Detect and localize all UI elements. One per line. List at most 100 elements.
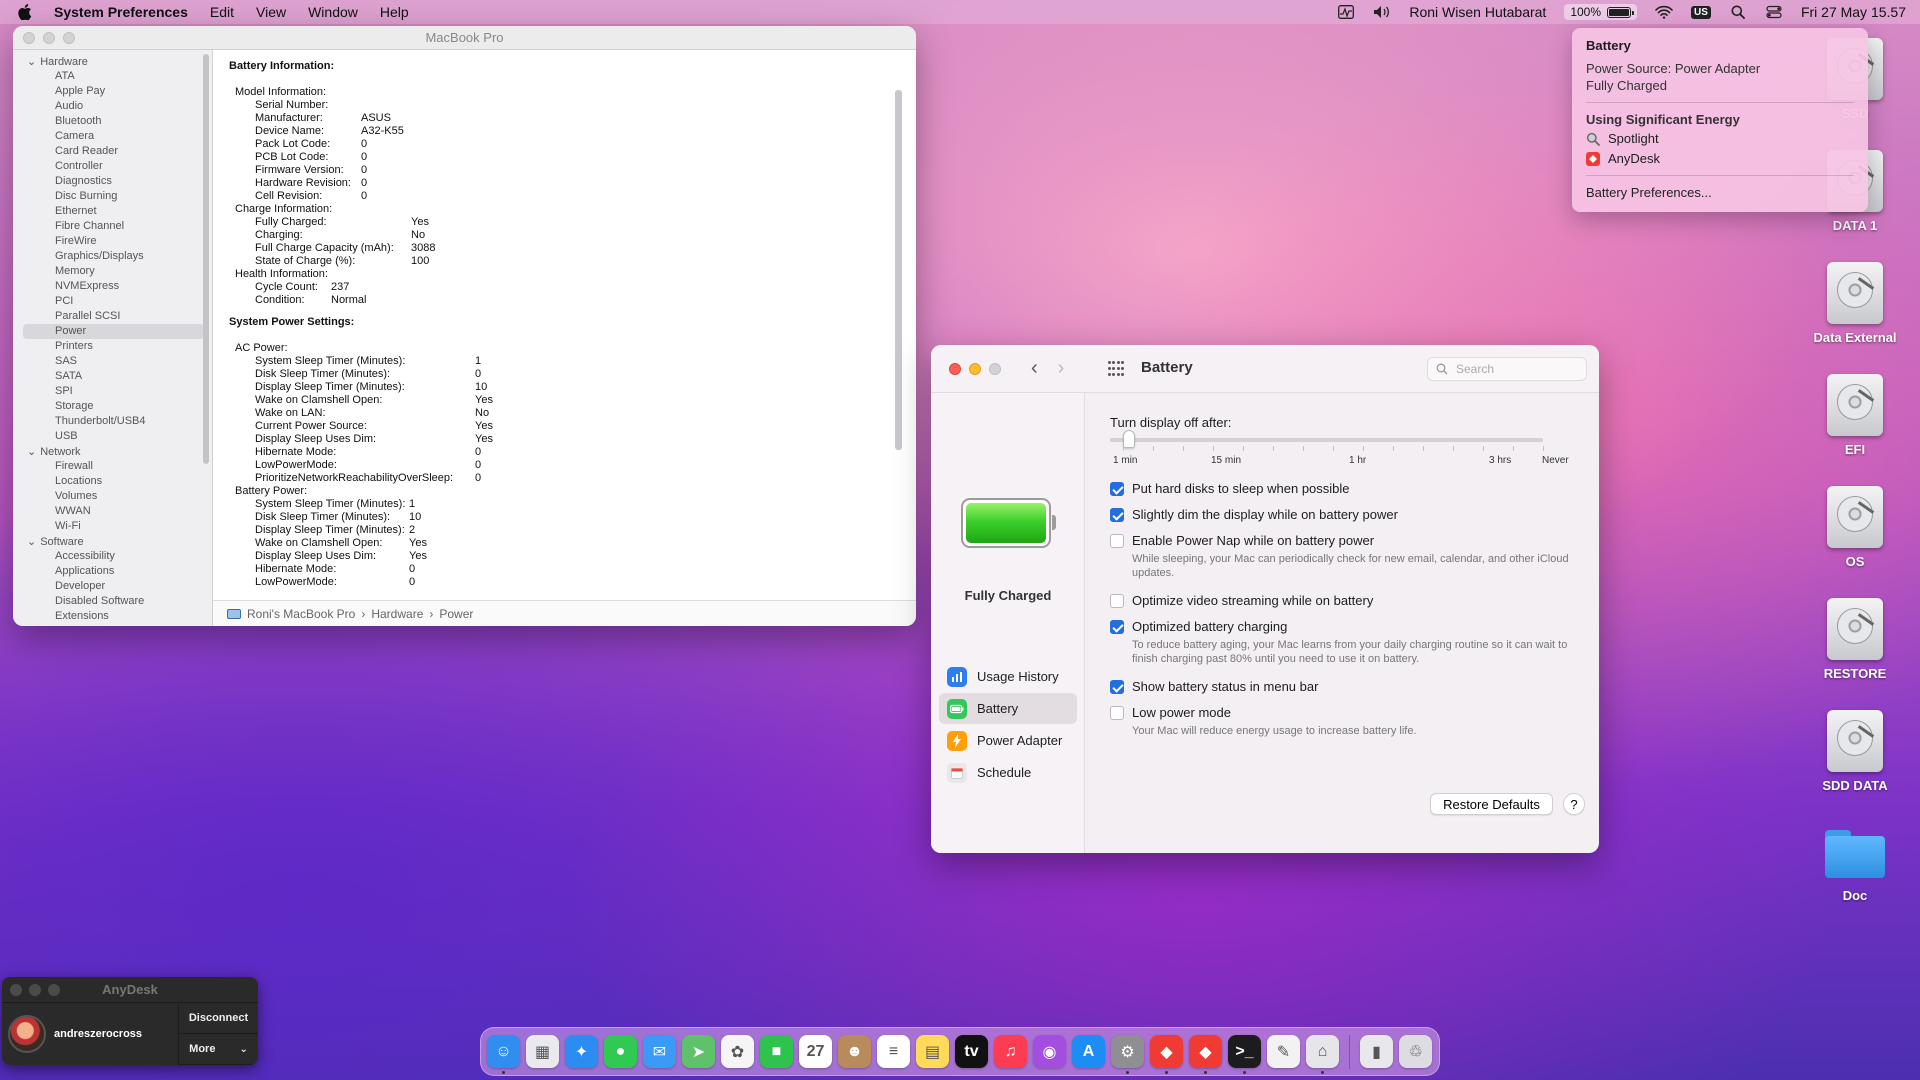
checkbox-unchecked[interactable] — [1110, 706, 1124, 720]
sidebar-item[interactable]: FireWire — [13, 234, 212, 249]
dock-app-store-icon[interactable]: A — [1072, 1035, 1105, 1068]
sidebar-item[interactable]: Ethernet — [13, 204, 212, 219]
sidebar-category-hardware[interactable]: ⌄ Hardware — [13, 54, 212, 69]
sidebar-item[interactable]: USB — [13, 429, 212, 444]
option-slightly-dim-the-display-while-on-battery-power[interactable]: Slightly dim the display while on batter… — [1110, 507, 1398, 522]
sidebar-item[interactable]: Card Reader — [13, 144, 212, 159]
sidebar-item[interactable]: Controller — [13, 159, 212, 174]
minimize-button[interactable] — [969, 363, 981, 375]
menu-view[interactable]: View — [256, 4, 286, 20]
desktop-icon-restore[interactable]: RESTORE — [1800, 598, 1910, 681]
sidebar-category-software[interactable]: ⌄ Software — [13, 534, 212, 549]
forward-chevron-icon[interactable]: › — [1058, 357, 1065, 380]
sidebar-item[interactable]: Extensions — [13, 609, 212, 624]
sidebar-item[interactable]: Applications — [13, 564, 212, 579]
option-optimize-video-streaming-while-on-battery[interactable]: Optimize video streaming while on batter… — [1110, 593, 1373, 608]
sidebar-item[interactable]: SPI — [13, 384, 212, 399]
nav-item-battery[interactable]: Battery — [939, 693, 1077, 724]
close-button[interactable] — [10, 984, 22, 996]
dock-textedit-icon[interactable]: ✎ — [1267, 1035, 1300, 1068]
dock-anydesk-icon[interactable]: ◆ — [1150, 1035, 1183, 1074]
sidebar-item[interactable]: Diagnostics — [13, 174, 212, 189]
show-all-grid-icon[interactable] — [1108, 361, 1124, 377]
sidebar-item[interactable]: Locations — [13, 474, 212, 489]
sidebar-item[interactable]: SATA — [13, 369, 212, 384]
sidebar-item[interactable]: NVMExpress — [13, 279, 212, 294]
dock-reminders-icon[interactable]: ≡ — [877, 1035, 910, 1068]
checkbox-unchecked[interactable] — [1110, 594, 1124, 608]
zoom-button[interactable] — [48, 984, 60, 996]
dock-system-preferences-icon[interactable]: ⚙ — [1111, 1035, 1144, 1074]
path-segment[interactable]: Hardware — [371, 607, 423, 621]
menu-clock[interactable]: Fri 27 May 15.57 — [1801, 4, 1906, 20]
dock-finder-icon[interactable]: ☺ — [487, 1035, 520, 1074]
minimize-button[interactable] — [29, 984, 41, 996]
menu-window[interactable]: Window — [308, 4, 358, 20]
path-segment[interactable]: Roni's MacBook Pro — [247, 607, 355, 621]
option-put-hard-disks-to-sleep-when-possible[interactable]: Put hard disks to sleep when possible — [1110, 481, 1350, 496]
dock-trash-icon[interactable]: ♲ — [1399, 1035, 1432, 1068]
anydesk-titlebar[interactable]: AnyDesk — [2, 977, 258, 1003]
dock-facetime-icon[interactable]: ■ — [760, 1035, 793, 1068]
desktop-icon-doc[interactable]: Doc — [1800, 822, 1910, 903]
dock-system-information-icon[interactable]: ⌂ — [1306, 1035, 1339, 1074]
sidebar-item[interactable]: Camera — [13, 129, 212, 144]
dock-calendar-icon[interactable]: 27 — [799, 1035, 832, 1068]
volume-icon[interactable] — [1373, 5, 1391, 19]
sidebar-item[interactable]: PCI — [13, 294, 212, 309]
sidebar-item[interactable]: Wi-Fi — [13, 519, 212, 534]
battery-preferences-link[interactable]: Battery Preferences... — [1586, 185, 1854, 200]
sidebar-item[interactable]: Thunderbolt/USB4 — [13, 414, 212, 429]
sidebar-item[interactable]: Printers — [13, 339, 212, 354]
sidebar-item[interactable]: Audio — [13, 99, 212, 114]
wifi-icon[interactable] — [1655, 5, 1673, 19]
window-toolbar[interactable]: ‹ › Battery Search — [931, 345, 1599, 393]
sidebar-item[interactable]: Fibre Channel — [13, 219, 212, 234]
minimize-button[interactable] — [43, 32, 55, 44]
menu-user-name[interactable]: Roni Wisen Hutabarat — [1409, 4, 1546, 20]
nav-item-power-adapter[interactable]: Power Adapter — [939, 725, 1077, 756]
sidebar-item[interactable]: WWAN — [13, 504, 212, 519]
content-scrollbar[interactable] — [895, 90, 902, 450]
disclosure-chevron-icon[interactable]: ⌄ — [27, 445, 36, 458]
sidebar-item[interactable]: Bluetooth — [13, 114, 212, 129]
disconnect-button[interactable]: Disconnect — [179, 1003, 258, 1034]
menu-help[interactable]: Help — [380, 4, 409, 20]
option-show-battery-status-in-menu-bar[interactable]: Show battery status in menu bar — [1110, 679, 1318, 694]
activity-monitor-icon[interactable] — [1337, 5, 1355, 19]
checkbox-checked[interactable] — [1110, 508, 1124, 522]
nav-item-schedule[interactable]: Schedule — [939, 757, 1077, 788]
sidebar-item[interactable]: Accessibility — [13, 549, 212, 564]
zoom-button[interactable] — [989, 363, 1001, 375]
option-enable-power-nap-while-on-battery-power[interactable]: Enable Power Nap while on battery power W… — [1110, 533, 1582, 580]
window-titlebar[interactable]: MacBook Pro — [13, 26, 916, 50]
dock-notes-icon[interactable]: ▤ — [916, 1035, 949, 1068]
close-button[interactable] — [949, 363, 961, 375]
desktop-icon-efi[interactable]: EFI — [1800, 374, 1910, 457]
sidebar-item[interactable]: Graphics/Displays — [13, 249, 212, 264]
sidebar-item[interactable]: Power — [23, 324, 204, 339]
sidebar-item[interactable]: Memory — [13, 264, 212, 279]
battery-status-item[interactable]: 100% — [1564, 4, 1638, 20]
option-optimized-battery-charging[interactable]: Optimized battery charging To reduce batt… — [1110, 619, 1582, 666]
dock-maps-icon[interactable]: ➤ — [682, 1035, 715, 1068]
zoom-button[interactable] — [63, 32, 75, 44]
sidebar-item[interactable]: Disc Burning — [13, 189, 212, 204]
sidebar-scrollbar[interactable] — [203, 54, 209, 464]
dock-music-icon[interactable]: ♫ — [994, 1035, 1027, 1068]
menu-app-name[interactable]: System Preferences — [54, 4, 188, 20]
disclosure-chevron-icon[interactable]: ⌄ — [27, 55, 36, 68]
dock-photos-icon[interactable]: ✿ — [721, 1035, 754, 1068]
dock-downloads-icon[interactable]: ▮ — [1360, 1035, 1393, 1068]
sidebar-item[interactable]: Parallel SCSI — [13, 309, 212, 324]
desktop-icon-data-external[interactable]: Data External — [1800, 262, 1910, 345]
sidebar-item[interactable]: Disabled Software — [13, 594, 212, 609]
spotlight-search-icon[interactable] — [1729, 5, 1747, 19]
close-button[interactable] — [23, 32, 35, 44]
sidebar-item[interactable]: Firewall — [13, 459, 212, 474]
path-segment[interactable]: Power — [439, 607, 473, 621]
dock-podcasts-icon[interactable]: ◉ — [1033, 1035, 1066, 1068]
help-button[interactable]: ? — [1563, 793, 1585, 815]
dock-contacts-icon[interactable]: ☻ — [838, 1035, 871, 1068]
sidebar-category-network[interactable]: ⌄ Network — [13, 444, 212, 459]
